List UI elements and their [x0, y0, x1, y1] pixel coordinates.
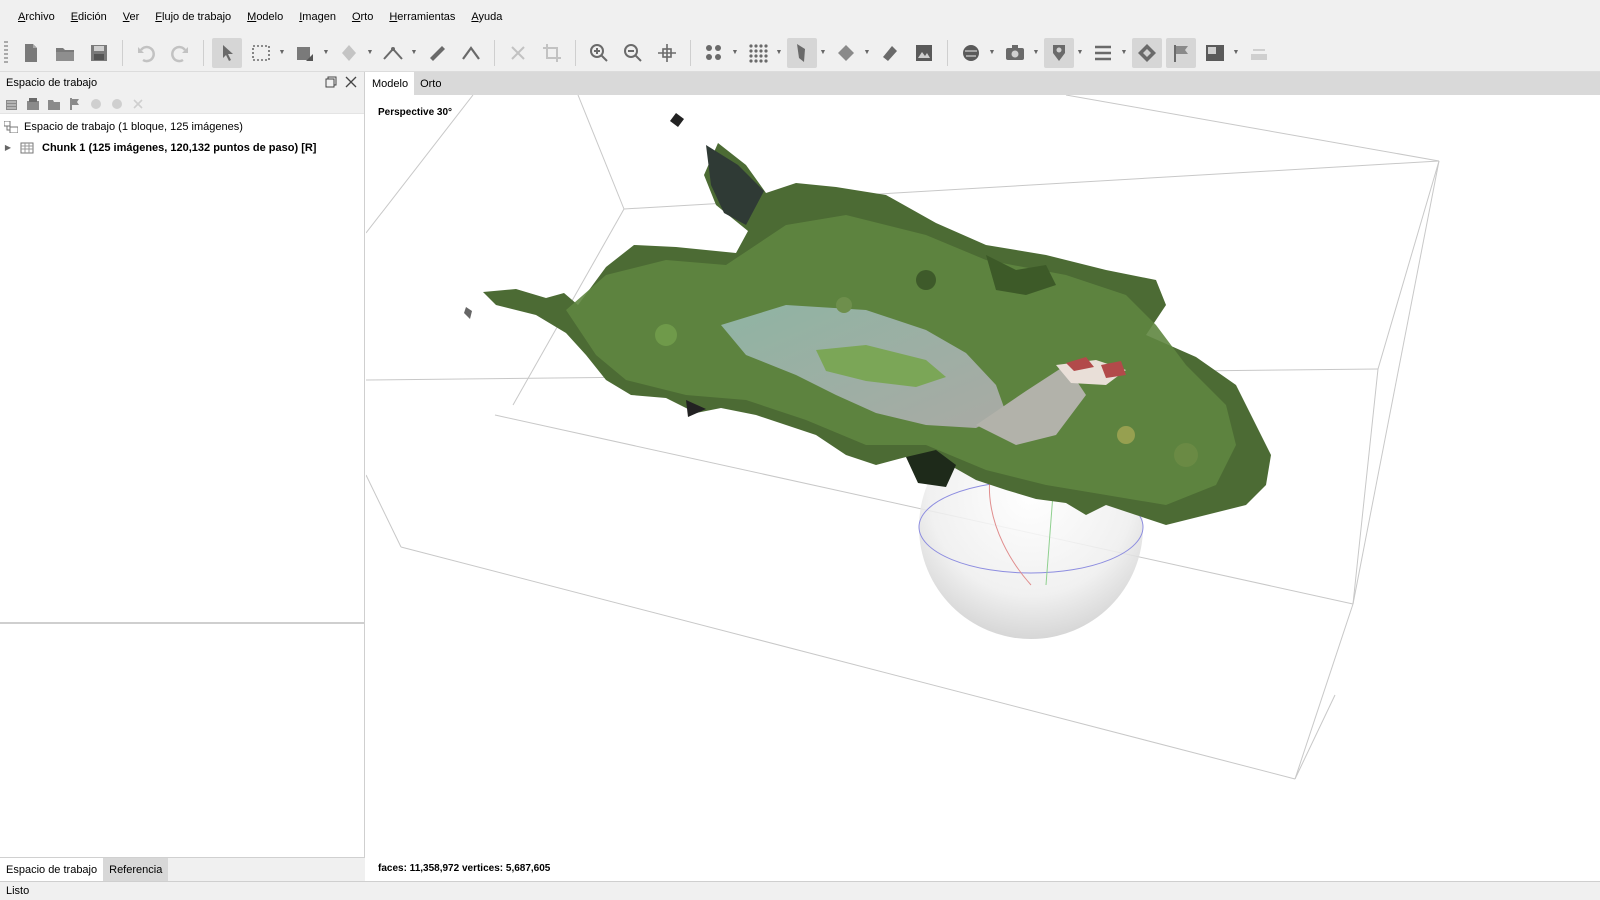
add-photos-icon[interactable]: [25, 96, 41, 112]
remove-icon[interactable]: [130, 96, 146, 112]
workspace-panel-title: Espacio de trabajo: [6, 77, 98, 89]
chevron-down-icon[interactable]: ▼: [1232, 38, 1240, 68]
dense-cloud-icon[interactable]: [743, 38, 773, 68]
model-viewport[interactable]: Perspective 30° faces: 11,358,972 vertic…: [366, 95, 1600, 881]
point-cloud-icon[interactable]: [699, 38, 729, 68]
workspace-tools: [0, 94, 364, 114]
resize-region-icon[interactable]: [290, 38, 320, 68]
draw-polyline-icon[interactable]: [378, 38, 408, 68]
toolbar-separator: [122, 39, 123, 66]
menu-ver[interactable]: Ver: [115, 11, 148, 23]
close-icon[interactable]: [344, 75, 358, 89]
draw-polygon-icon[interactable]: [456, 38, 486, 68]
disable-icon[interactable]: [109, 96, 125, 112]
ruler-icon[interactable]: [422, 38, 452, 68]
toolbar-separator: [203, 39, 204, 66]
chunk-label: Chunk 1 (125 imágenes, 120,132 puntos de…: [42, 141, 317, 154]
left-panel-tabs: Espacio de trabajo Referencia: [0, 857, 365, 881]
status-bar: Listo: [0, 881, 1600, 900]
show-shapes-icon[interactable]: [1132, 37, 1162, 68]
workspace-icon: [3, 120, 19, 133]
workspace-root-label: Espacio de trabajo (1 bloque, 125 imágen…: [24, 120, 243, 133]
panel-splitter[interactable]: [0, 622, 365, 624]
shaded-model-icon[interactable]: [787, 37, 817, 68]
model-scene[interactable]: [366, 95, 1600, 881]
show-cameras-icon[interactable]: [1000, 38, 1030, 68]
float-panel-icon[interactable]: [324, 75, 338, 89]
overlay-icon[interactable]: [1244, 38, 1274, 68]
tab-orto[interactable]: Orto: [414, 72, 447, 95]
save-icon[interactable]: [84, 38, 114, 68]
crop-icon[interactable]: [537, 38, 567, 68]
chevron-down-icon[interactable]: ▼: [988, 38, 996, 68]
chevron-down-icon[interactable]: ▼: [1032, 38, 1040, 68]
menu-flujo-de-trabajo[interactable]: Flujo de trabajo: [147, 11, 239, 23]
workspace-panel-header: Espacio de trabajo: [0, 72, 364, 94]
tiled-model-icon[interactable]: [909, 38, 939, 68]
delete-selection-icon[interactable]: [503, 38, 533, 68]
toolbar-grip[interactable]: [4, 40, 8, 65]
chevron-down-icon[interactable]: ▼: [366, 38, 374, 68]
toolbar-separator: [494, 39, 495, 66]
main-toolbar: ▼ ▼ ▼ ▼ ▼ ▼ ▼ ▼ ▼ ▼ ▼ ▼ ▼: [0, 34, 1600, 72]
add-marker-icon[interactable]: [67, 96, 83, 112]
zoom-in-icon[interactable]: [584, 38, 614, 68]
toolbar-separator: [690, 39, 691, 66]
chevron-down-icon[interactable]: ▼: [1120, 38, 1128, 68]
menu-herramientas[interactable]: Herramientas: [381, 11, 463, 23]
chevron-down-icon[interactable]: ▼: [410, 38, 418, 68]
tab-modelo[interactable]: Modelo: [366, 72, 415, 95]
toolbar-separator: [575, 39, 576, 66]
show-images-icon[interactable]: [1200, 38, 1230, 68]
chevron-down-icon[interactable]: ▼: [775, 38, 783, 68]
show-region-icon[interactable]: [1088, 38, 1118, 68]
textured-mesh: [464, 113, 1271, 525]
menu-ayuda[interactable]: Ayuda: [463, 11, 510, 23]
undo-icon[interactable]: [131, 38, 161, 68]
show-markers-icon[interactable]: [1044, 37, 1074, 68]
view-tabs: Modelo Orto: [366, 72, 1600, 95]
rotate-object-icon[interactable]: [334, 38, 364, 68]
model-stats-label: faces: 11,358,972 vertices: 5,687,605: [378, 863, 551, 874]
menu-modelo[interactable]: Modelo: [239, 11, 291, 23]
redo-icon[interactable]: [165, 38, 195, 68]
projection-label: Perspective 30°: [378, 107, 453, 118]
menu-imagen[interactable]: Imagen: [291, 11, 344, 23]
reset-view-icon[interactable]: [652, 38, 682, 68]
chunk-icon: [20, 142, 34, 154]
solid-model-icon[interactable]: [831, 38, 861, 68]
chevron-down-icon[interactable]: ▼: [322, 38, 330, 68]
chevron-down-icon[interactable]: ▼: [731, 38, 739, 68]
navigation-arrow-icon[interactable]: [212, 37, 242, 68]
add-chunk-icon[interactable]: [4, 96, 20, 112]
workspace-panel: Espacio de trabajo Espacio de trabajo (1…: [0, 72, 365, 857]
menu-archivo[interactable]: Archivo: [10, 11, 63, 23]
status-text: Listo: [6, 885, 30, 897]
add-folder-icon[interactable]: [46, 96, 62, 112]
chunk-row[interactable]: ▶ Chunk 1 (125 imágenes, 120,132 puntos …: [0, 137, 364, 158]
tab-espacio-de-trabajo[interactable]: Espacio de trabajo: [0, 858, 104, 881]
enable-icon[interactable]: [88, 96, 104, 112]
chevron-down-icon[interactable]: ▼: [278, 38, 286, 68]
menu-edicion[interactable]: Edición: [63, 11, 115, 23]
chevron-down-icon[interactable]: ▼: [863, 38, 871, 68]
textured-model-icon[interactable]: [875, 38, 905, 68]
chevron-down-icon[interactable]: ▼: [1076, 38, 1084, 68]
dem-icon[interactable]: [956, 38, 986, 68]
open-folder-icon[interactable]: [50, 38, 80, 68]
zoom-out-icon[interactable]: [618, 38, 648, 68]
chevron-down-icon[interactable]: ▼: [819, 38, 827, 68]
menu-bar: Archivo Edición Ver Flujo de trabajo Mod…: [0, 0, 1600, 34]
show-labels-icon[interactable]: [1166, 37, 1196, 68]
toolbar-separator: [947, 39, 948, 66]
workspace-root-row[interactable]: Espacio de trabajo (1 bloque, 125 imágen…: [0, 116, 364, 137]
rectangle-selection-icon[interactable]: [246, 38, 276, 68]
new-document-icon[interactable]: [16, 38, 46, 68]
tab-referencia[interactable]: Referencia: [103, 858, 169, 881]
menu-orto[interactable]: Orto: [344, 11, 381, 23]
workspace-tree: Espacio de trabajo (1 bloque, 125 imágen…: [0, 114, 364, 158]
chevron-right-icon[interactable]: ▶: [2, 143, 14, 152]
